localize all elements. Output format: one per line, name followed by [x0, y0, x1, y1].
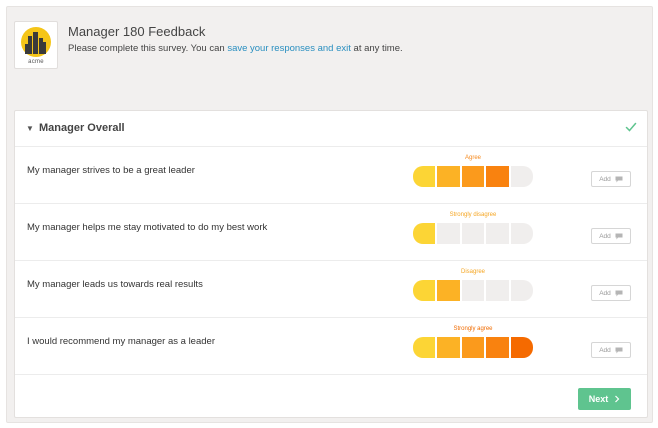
logo-text: acme — [28, 59, 44, 65]
add-comment-label: Add — [599, 232, 611, 240]
rating-option-1[interactable] — [413, 337, 436, 358]
rating-label: Agree — [464, 155, 481, 161]
add-comment-button[interactable]: Add — [591, 285, 631, 301]
rating-option-1[interactable] — [413, 223, 436, 244]
rating-option-3[interactable] — [461, 223, 485, 244]
survey-title: Manager 180 Feedback — [68, 24, 206, 39]
rating-option-4[interactable] — [486, 166, 509, 187]
rating-option-5[interactable] — [510, 337, 534, 358]
question-text: My manager leads us towards real results — [27, 279, 203, 290]
rating-label: Strongly agree — [453, 326, 493, 332]
city-logo-icon — [21, 27, 51, 57]
rating-label: Strongly disagree — [449, 212, 497, 218]
subtitle-text-after: at any time. — [350, 43, 403, 54]
rating-scale — [413, 280, 534, 301]
rating-option-2[interactable] — [437, 223, 460, 244]
rating-option-1[interactable] — [413, 166, 436, 187]
rating-option-3[interactable] — [461, 166, 485, 187]
rating-option-2[interactable] — [437, 337, 460, 358]
company-logo: acme — [14, 21, 58, 69]
next-button-label: Next — [588, 394, 609, 404]
survey-section-card: ▼ Manager Overall My manager strives to … — [14, 110, 648, 418]
comment-bubble-icon — [615, 347, 623, 353]
rating-scale — [413, 337, 534, 358]
question-text: My manager helps me stay motivated to do… — [27, 222, 268, 233]
rating-option-1[interactable] — [413, 280, 436, 301]
rating-option-2[interactable] — [437, 280, 460, 301]
rating-option-5[interactable] — [510, 166, 534, 187]
next-button[interactable]: Next — [578, 388, 631, 410]
rating-option-4[interactable] — [486, 223, 509, 244]
question-text: I would recommend my manager as a leader — [27, 336, 215, 347]
check-icon — [625, 122, 637, 132]
chevron-right-icon — [615, 395, 620, 403]
comment-bubble-icon — [615, 233, 623, 239]
rating-option-2[interactable] — [437, 166, 460, 187]
question-row: I would recommend my manager as a leader… — [15, 318, 647, 375]
rating-option-4[interactable] — [486, 280, 509, 301]
question-row: My manager strives to be a great leader A… — [15, 147, 647, 204]
rating-option-4[interactable] — [486, 337, 509, 358]
question-row: My manager helps me stay motivated to do… — [15, 204, 647, 261]
section-header[interactable]: ▼ Manager Overall — [15, 111, 647, 147]
question-row: My manager leads us towards real results… — [15, 261, 647, 318]
comment-bubble-icon — [615, 290, 623, 296]
question-text: My manager strives to be a great leader — [27, 165, 195, 176]
save-and-exit-link[interactable]: save your responses and exit — [227, 43, 351, 54]
survey-subtitle: Please complete this survey. You can sav… — [68, 43, 403, 54]
rating-scale — [413, 223, 534, 244]
rating-option-3[interactable] — [461, 280, 485, 301]
rating-option-5[interactable] — [510, 223, 534, 244]
comment-bubble-icon — [615, 176, 623, 182]
add-comment-label: Add — [599, 175, 611, 183]
collapse-caret-icon[interactable]: ▼ — [26, 124, 34, 133]
add-comment-label: Add — [599, 289, 611, 297]
subtitle-text-before: Please complete this survey. You can — [68, 43, 228, 54]
add-comment-label: Add — [599, 346, 611, 354]
add-comment-button[interactable]: Add — [591, 228, 631, 244]
add-comment-button[interactable]: Add — [591, 342, 631, 358]
add-comment-button[interactable]: Add — [591, 171, 631, 187]
survey-frame: acme Manager 180 Feedback Please complet… — [6, 6, 653, 423]
rating-scale — [413, 166, 534, 187]
rating-option-3[interactable] — [461, 337, 485, 358]
rating-option-5[interactable] — [510, 280, 534, 301]
section-title: Manager Overall — [39, 122, 125, 134]
rating-label: Disagree — [460, 269, 485, 275]
